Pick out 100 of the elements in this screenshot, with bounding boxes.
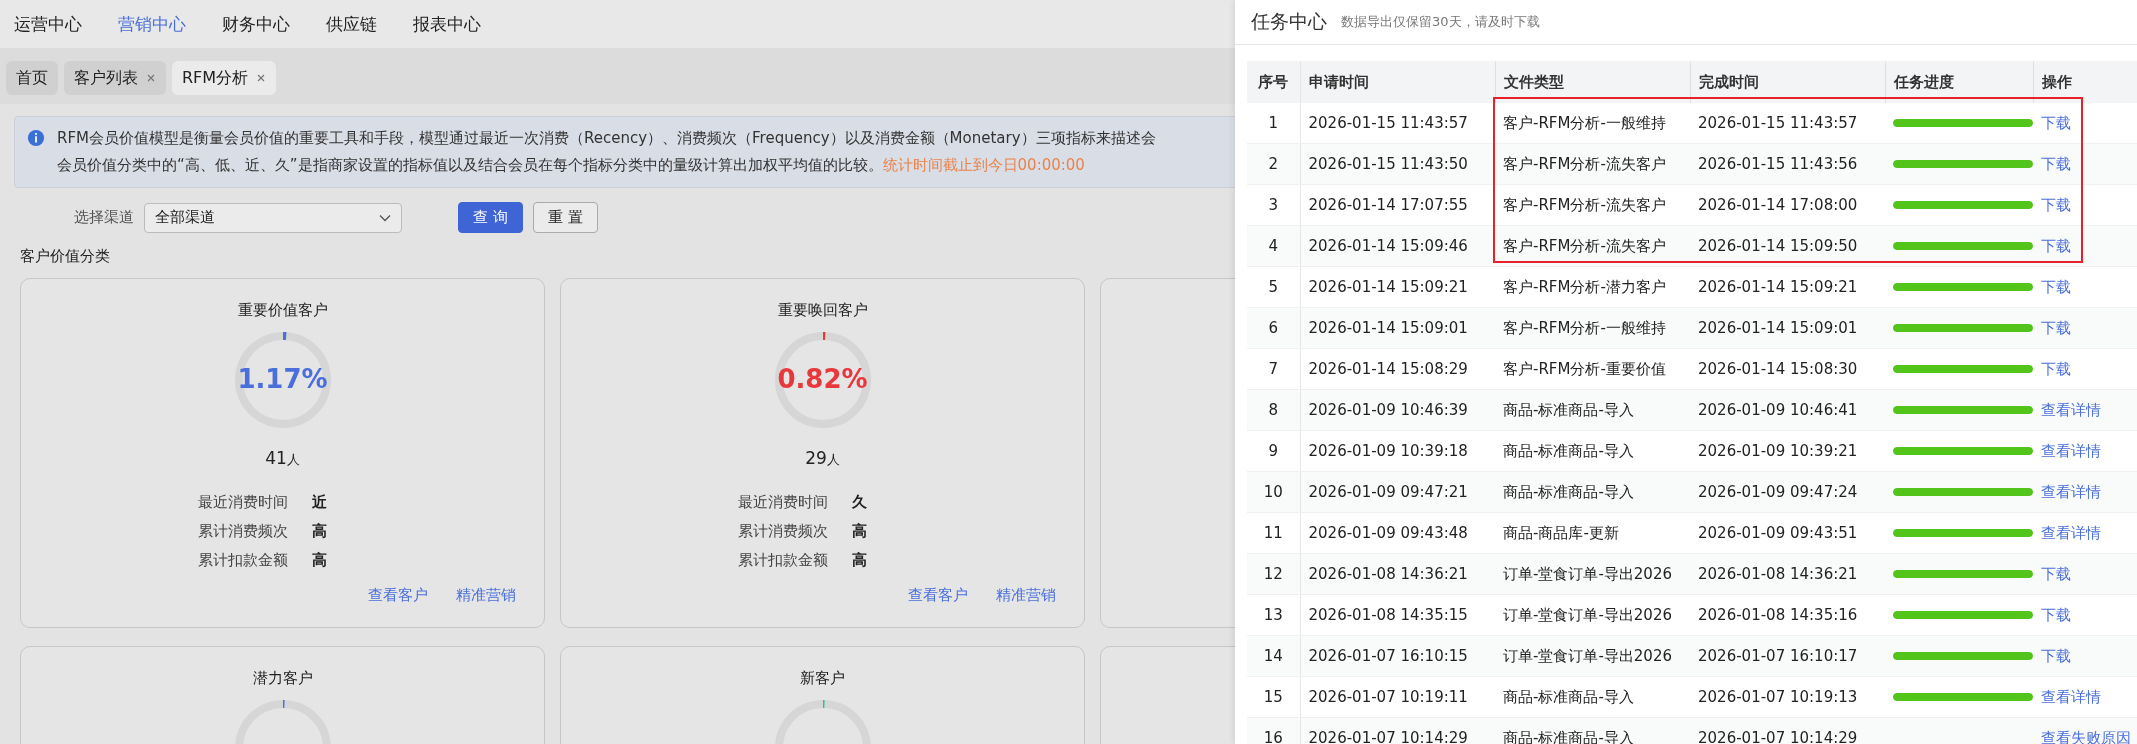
table-cell: 2026-01-09 09:47:21	[1300, 471, 1495, 513]
column-header: 任务进度	[1885, 61, 2033, 103]
nav-item[interactable]: 运营中心	[14, 12, 82, 36]
metric-value: 高	[852, 551, 867, 570]
table-cell: 商品-商品库-更新	[1495, 512, 1690, 554]
metric-value: 久	[852, 493, 867, 512]
page-tab[interactable]: 首页	[6, 61, 58, 95]
info-icon	[27, 129, 45, 147]
table-cell: 1	[1247, 103, 1300, 144]
table-cell: 7	[1247, 348, 1300, 390]
action-link[interactable]: 下载	[2041, 154, 2071, 173]
metric-label: 累计消费频次	[738, 522, 828, 541]
table-cell: 2026-01-15 11:43:57	[1300, 103, 1495, 144]
table-cell: 9	[1247, 430, 1300, 472]
table-cell: 2026-01-09 10:39:18	[1300, 430, 1495, 472]
action-link[interactable]: 下载	[2041, 318, 2071, 337]
action-link[interactable]: 查看详情	[2041, 687, 2101, 706]
table-cell: 10	[1247, 471, 1300, 513]
table-cell: 11	[1247, 512, 1300, 554]
table-cell: 16	[1247, 717, 1300, 744]
table-cell: 2026-01-09 10:46:39	[1300, 389, 1495, 431]
table-cell: 客户-RFM分析-潜力客户	[1495, 266, 1690, 308]
customer-count: 29人	[805, 448, 840, 469]
table-cell: 2026-01-14 15:08:29	[1300, 348, 1495, 390]
table-cell: 2026-01-09 10:39:21	[1690, 430, 1885, 472]
table-cell: 3	[1247, 184, 1300, 226]
table-cell: 6	[1247, 307, 1300, 349]
customer-count: 41人	[265, 448, 300, 469]
table-cell: 2026-01-09 09:47:24	[1690, 471, 1885, 513]
table-cell: 客户-RFM分析-流失客户	[1495, 143, 1690, 185]
drawer-subtitle: 数据导出仅保留30天，请及时下载	[1341, 13, 1540, 31]
table-cell: 订单-堂食订单-导出2026	[1495, 553, 1690, 595]
page-tab[interactable]: RFM分析	[172, 61, 277, 95]
table-cell: 商品-标准商品-导入	[1495, 430, 1690, 472]
metric-label: 累计扣款金额	[198, 551, 288, 570]
card-link[interactable]: 查看客户	[368, 586, 428, 605]
close-icon[interactable]	[256, 73, 267, 83]
table-cell: 2026-01-14 15:08:30	[1690, 348, 1885, 390]
percent-value: 0.82%	[776, 364, 869, 394]
nav-item[interactable]: 财务中心	[222, 12, 290, 36]
action-link[interactable]: 下载	[2041, 236, 2071, 255]
action-link[interactable]: 下载	[2041, 564, 2071, 583]
column-header: 完成时间	[1690, 61, 1885, 103]
action-link[interactable]: 查看详情	[2041, 523, 2101, 542]
action-link[interactable]: 下载	[2041, 646, 2071, 665]
card-title: 新客户	[800, 669, 845, 688]
card-title: 重要唤回客户	[777, 301, 868, 320]
chevron-icon	[379, 213, 391, 222]
card-link[interactable]: 查看客户	[908, 586, 968, 605]
column-header: 申请时间	[1300, 61, 1495, 103]
action-link[interactable]: 下载	[2041, 605, 2071, 624]
table-cell: 2026-01-08 14:35:16	[1690, 594, 1885, 636]
column-header: 操作	[2033, 61, 2137, 103]
table-cell: 4	[1247, 225, 1300, 267]
table-cell: 2026-01-08 14:35:15	[1300, 594, 1495, 636]
column-header: 文件类型	[1495, 61, 1690, 103]
metric-label: 最近消费时间	[198, 493, 288, 512]
table-cell: 2026-01-07 10:14:29	[1300, 717, 1495, 744]
info-text: 会员价值分类中的“高、低、近、久”是指商家设置的指标值以及结合会员在每个指标分类中的量级计算出加权平均值的比较。	[57, 156, 883, 174]
action-link[interactable]: 下载	[2041, 359, 2071, 378]
action-link[interactable]: 查看详情	[2041, 441, 2101, 460]
nav-item[interactable]: 营销中心	[118, 12, 186, 36]
table-cell: 2026-01-14 15:09:21	[1690, 266, 1885, 308]
page-tab[interactable]: 客户列表	[64, 61, 166, 95]
nav-item[interactable]: 报表中心	[413, 12, 481, 36]
table-cell: 2026-01-09 09:43:51	[1690, 512, 1885, 554]
nav-item[interactable]: 供应链	[326, 12, 377, 36]
table-cell: 2026-01-14 15:09:01	[1690, 307, 1885, 349]
card-link[interactable]: 精准营销	[996, 586, 1056, 605]
metric-label: 最近消费时间	[738, 493, 828, 512]
card-title: 潜力客户	[252, 669, 313, 688]
metric-label: 累计消费频次	[198, 522, 288, 541]
table-cell: 2026-01-07 16:10:15	[1300, 635, 1495, 677]
action-link[interactable]: 下载	[2041, 195, 2071, 214]
info-text: RFM会员价值模型是衡量会员价值的重要工具和手段，模型通过最近一次消费（Recency）、消费频次（Frequency）以及消费金额（Monetary）三项指标来描述会	[57, 128, 1156, 149]
column-header: 序号	[1247, 61, 1300, 103]
table-cell: 商品-标准商品-导入	[1495, 717, 1690, 744]
table-cell: 5	[1247, 266, 1300, 308]
table-cell: 客户-RFM分析-一般维持	[1495, 307, 1690, 349]
action-link[interactable]: 下载	[2041, 277, 2071, 296]
table-cell: 2026-01-08 14:36:21	[1690, 553, 1885, 595]
table-cell: 2026-01-09 09:43:48	[1300, 512, 1495, 554]
drawer-title: 任务中心	[1251, 9, 1327, 34]
table-cell: 订单-堂食订单-导出2026	[1495, 594, 1690, 636]
table-cell: 2026-01-15 11:43:56	[1690, 143, 1885, 185]
channel-select[interactable]: 全部渠道	[144, 202, 402, 233]
section-title: 客户价值分类	[20, 247, 111, 266]
table-cell: 商品-标准商品-导入	[1495, 389, 1690, 431]
metric-value: 高	[852, 522, 867, 541]
card-link[interactable]: 精准营销	[456, 586, 516, 605]
table-cell: 13	[1247, 594, 1300, 636]
metric-value: 近	[312, 493, 327, 512]
table-cell: 客户-RFM分析-重要价值	[1495, 348, 1690, 390]
action-link[interactable]: 下载	[2041, 113, 2071, 132]
query-button[interactable]: 查 询	[458, 202, 523, 233]
metric-value: 高	[312, 551, 327, 570]
close-icon[interactable]	[146, 73, 156, 83]
table-cell: 2026-01-09 10:46:41	[1690, 389, 1885, 431]
table-cell: 2026-01-14 15:09:50	[1690, 225, 1885, 267]
reset-button[interactable]: 重 置	[532, 202, 598, 233]
